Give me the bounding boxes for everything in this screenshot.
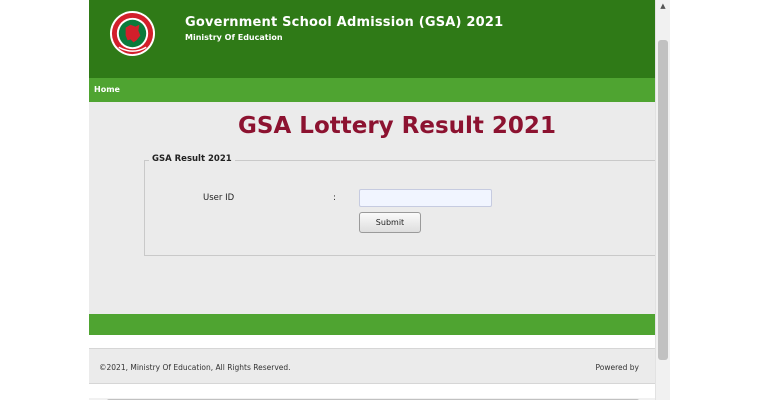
form-legend: GSA Result 2021 bbox=[149, 154, 235, 164]
vertical-scroll-thumb[interactable] bbox=[658, 40, 668, 360]
user-id-input[interactable] bbox=[359, 189, 492, 207]
submit-button[interactable]: Submit bbox=[359, 212, 421, 233]
site-footer: ©2021, Ministry Of Education, All Rights… bbox=[89, 348, 655, 384]
user-id-label: User ID bbox=[203, 193, 235, 203]
vertical-scrollbar[interactable]: ▲ bbox=[655, 0, 670, 400]
nav-bar: Home bbox=[89, 78, 655, 102]
site-subtitle: Ministry Of Education bbox=[185, 33, 283, 42]
main-content: GSA Lottery Result 2021 GSA Result 2021 … bbox=[89, 102, 655, 314]
browser-viewport: Government School Admission (GSA) 2021 M… bbox=[89, 0, 655, 400]
government-seal-icon bbox=[109, 10, 156, 57]
site-title: Government School Admission (GSA) 2021 bbox=[185, 15, 504, 30]
user-id-colon: : bbox=[333, 193, 336, 203]
footer-green-band bbox=[89, 314, 655, 335]
footer-gap bbox=[89, 335, 655, 348]
page-title: GSA Lottery Result 2021 bbox=[238, 113, 556, 139]
powered-by-text: Powered by bbox=[595, 363, 639, 372]
copyright-text: ©2021, Ministry Of Education, All Rights… bbox=[99, 363, 291, 372]
nav-home-link[interactable]: Home bbox=[94, 85, 120, 94]
chevron-up-icon[interactable]: ▲ bbox=[656, 0, 670, 12]
site-header: Government School Admission (GSA) 2021 M… bbox=[89, 0, 655, 78]
horizontal-scroll-thumb[interactable] bbox=[107, 399, 639, 400]
result-form-fieldset: GSA Result 2021 User ID : Submit bbox=[144, 154, 655, 256]
horizontal-scrollbar[interactable] bbox=[89, 398, 655, 400]
